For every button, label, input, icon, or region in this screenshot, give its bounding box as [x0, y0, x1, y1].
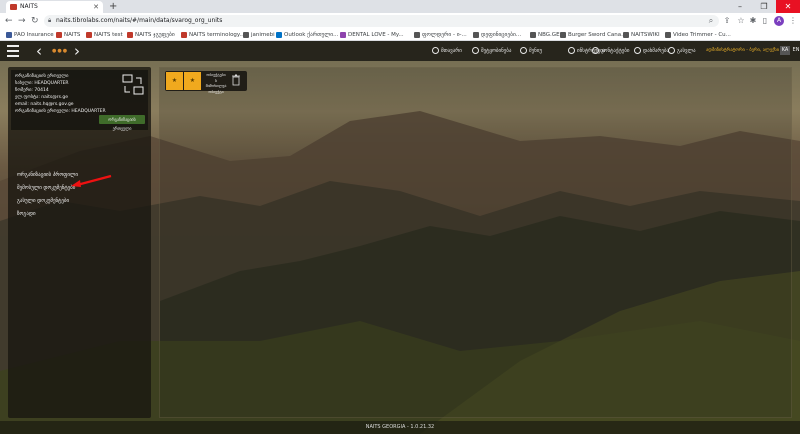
share-icon[interactable]: ⇪ [722, 16, 732, 26]
bookmark-icon [181, 32, 187, 38]
bookmark-icon [623, 32, 629, 38]
sidebar-item-general[interactable]: ზოგადი [17, 210, 36, 218]
org-info-card: ორგანიზაციის ერთეული სახელი: HEADQUARTER… [11, 70, 148, 131]
reload-icon[interactable]: ↻ [31, 13, 39, 29]
forward-arrow-icon[interactable]: › [74, 42, 80, 60]
bookmark-icon [560, 32, 566, 38]
new-tab-icon[interactable]: + [109, 0, 117, 13]
bookmark-item[interactable]: დეფინიციები... [473, 29, 521, 41]
address-bar-row: ← → ↻ 🔒︎ naits.tibrolabs.com/naits/#/mai… [0, 13, 800, 29]
bookmark-icon [414, 32, 420, 38]
back-arrow-icon[interactable]: ‹ [36, 42, 42, 60]
bookmark-item[interactable]: PAO Insurance [6, 29, 54, 41]
nav-logout[interactable]: გასვლა [668, 46, 695, 56]
bookmark-item[interactable]: Burger Sword Cana... [560, 29, 626, 41]
help-icon [634, 47, 641, 54]
minimize-icon[interactable]: – [728, 0, 752, 13]
red-arrow-annotation-icon [71, 174, 112, 187]
main-content-area [159, 67, 792, 418]
left-sidebar: ორგანიზაციის ერთეული სახელი: HEADQUARTER… [8, 67, 151, 418]
bookmark-icon [86, 32, 92, 38]
contact-icon [592, 47, 599, 54]
bookmark-icon [530, 32, 536, 38]
bookmark-item[interactable]: NAITS [56, 29, 80, 41]
book-icon [568, 47, 575, 54]
star-icon[interactable]: ★ [184, 72, 201, 90]
info-line: სახელი: HEADQUARTER [15, 81, 69, 86]
bookmark-item[interactable]: Outlook ქართული... [276, 29, 338, 41]
footer-version: NAITS GEORGIA - 1.0.21.32 [0, 421, 800, 434]
app-top-nav: ‹ ●●● › მთავარი შეტყობინება მენიუ ინსტრუ… [0, 41, 800, 61]
bookmark-icon [665, 32, 671, 38]
tab-title: NAITS [20, 3, 38, 10]
back-icon[interactable]: ← [5, 13, 13, 29]
bookmark-item[interactable]: NAITS ჯგუფები [127, 29, 175, 41]
bookmark-item[interactable]: NAITSWIKI [623, 29, 660, 41]
widget-text: ობიექტები ს მიმოხილვა ობიექტი [205, 72, 227, 94]
info-line: ნომერი: 70414 [15, 88, 49, 93]
sidebar-item-incoming-docs[interactable]: შემოსული დოკუმენტები [17, 184, 75, 192]
bookmark-item[interactable]: DENTAL LOVE - My... [340, 29, 404, 41]
current-user-link[interactable]: ადმინისტრატორი - ბერი, ალექსი [706, 46, 779, 56]
info-line: ელ.ფოსტა: naits@rs.ge [15, 95, 69, 100]
lock-icon: 🔒︎ [48, 17, 52, 24]
bookmark-item[interactable]: janimebi [243, 29, 275, 41]
naits-favicon-icon [10, 4, 17, 10]
carousel-dots: ●●● [52, 48, 69, 54]
bookmark-icon [276, 32, 282, 38]
browser-tab[interactable]: NAITS ✕ [6, 1, 103, 13]
close-tab-icon[interactable]: ✕ [93, 1, 99, 13]
info-line: ორგანიზაციის ერთეული [15, 74, 69, 79]
bookmark-item[interactable]: NAITS terminology... [181, 29, 245, 41]
maximize-icon[interactable]: ❐ [752, 0, 776, 13]
star-icon[interactable]: ★ [166, 72, 183, 90]
sidebar-item-outgoing-docs[interactable]: გასული დოკუმენტები [17, 197, 69, 205]
bell-icon [472, 47, 479, 54]
object-widget[interactable]: ★ ★ ობიექტები ს მიმოხილვა ობიექტი [165, 71, 247, 94]
home-icon [432, 47, 439, 54]
bookmark-item[interactable]: NBG.GE [530, 29, 560, 41]
profile-avatar[interactable]: A [774, 16, 784, 26]
org-unit-button[interactable]: ორგანიზაციის ერთეული [99, 115, 145, 131]
bookmark-icon [6, 32, 12, 38]
lang-ka[interactable]: KA [780, 46, 790, 55]
bookmark-icon [127, 32, 133, 38]
app-viewport: ‹ ●●● › მთავარი შეტყობინება მენიუ ინსტრუ… [0, 41, 800, 434]
bookmark-item[interactable]: ფოლდერი - ი-... [414, 29, 467, 41]
computer-network-icon [122, 74, 144, 95]
url-field[interactable]: 🔒︎ naits.tibrolabs.com/naits/#/main/data… [44, 15, 719, 27]
browser-menu-icon[interactable]: ⋮ [788, 16, 798, 26]
nav-contacts[interactable]: კონტაქტები [592, 46, 629, 56]
bookmark-item[interactable]: NAITS test [86, 29, 123, 41]
trash-icon[interactable] [232, 74, 240, 86]
bookmark-icon [243, 32, 249, 38]
close-window-icon[interactable]: ✕ [776, 0, 800, 13]
sidepanel-icon[interactable]: ▯ [760, 16, 770, 26]
nav-notifications[interactable]: შეტყობინება [472, 46, 511, 56]
bookmark-icon [473, 32, 479, 38]
url-text: naits.tibrolabs.com/naits/#/main/data/sv… [56, 17, 223, 24]
info-line: email: naits.hq@rs.gov.ge [15, 102, 74, 107]
sidebar-item-org-profile[interactable]: ორგანიზაციის პროფილი [17, 171, 78, 179]
extension-icon[interactable]: ✱ [748, 16, 758, 26]
nav-home[interactable]: მთავარი [432, 46, 462, 56]
browser-tab-strip: NAITS ✕ + – ❐ ✕ [0, 0, 800, 13]
zoom-icon[interactable]: ⌕ [706, 16, 716, 26]
logout-icon [668, 47, 675, 54]
bookmark-item[interactable]: Video Trimmer - Cu... [665, 29, 731, 41]
info-line: ორგანიზაციის ერთეული: HEADQUARTER [15, 109, 106, 114]
nav-help[interactable]: დახმარება [634, 46, 669, 56]
bookmark-icon [56, 32, 62, 38]
bookmarks-bar: PAO Insurance NAITS NAITS test NAITS ჯგუ… [0, 29, 800, 41]
nav-menu[interactable]: მენიუ [520, 46, 542, 56]
bookmark-star-icon[interactable]: ☆ [736, 16, 746, 26]
hamburger-menu-icon[interactable] [7, 45, 19, 57]
lang-en[interactable]: EN [791, 46, 800, 55]
bookmark-icon [340, 32, 346, 38]
menu-icon [520, 47, 527, 54]
forward-icon[interactable]: → [18, 13, 26, 29]
